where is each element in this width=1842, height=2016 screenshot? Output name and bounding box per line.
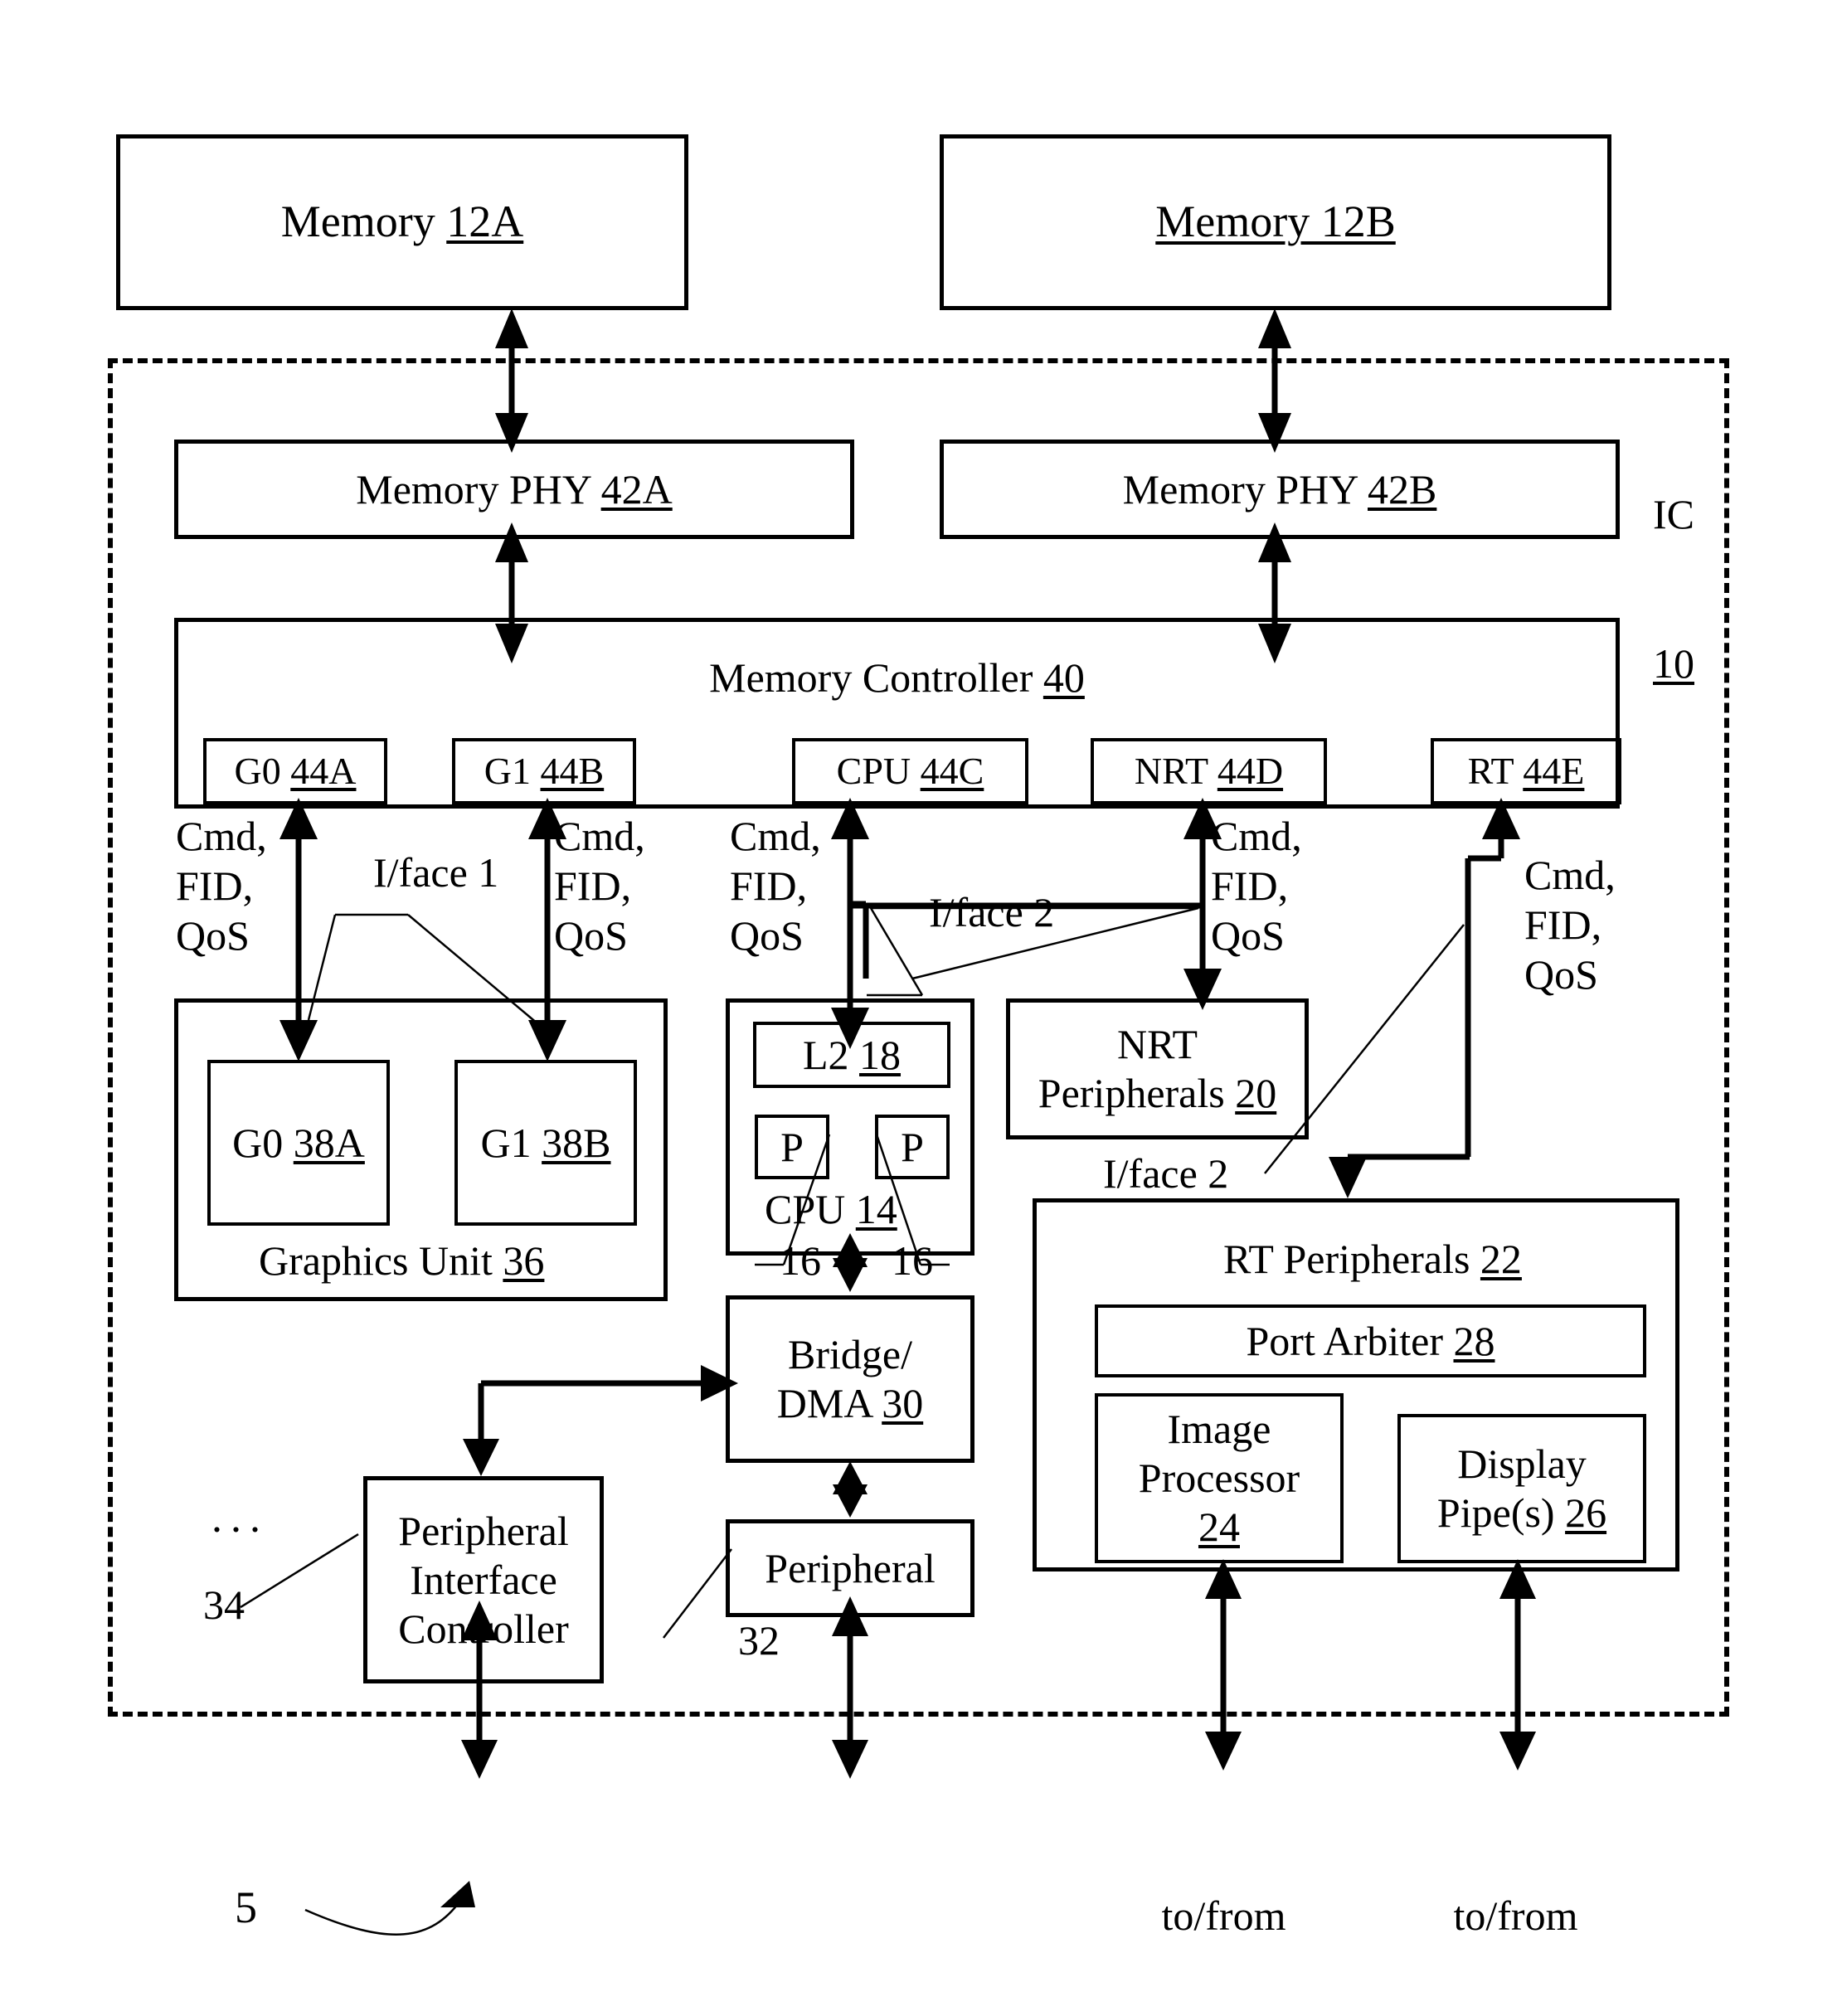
cmd-fid-qos-nrt: Cmd, FID, QoS — [1211, 813, 1302, 959]
peripheral-interface-controller-34-box[interactable]: Peripheral Interface Controller — [363, 1476, 604, 1683]
cpu-core-p-right[interactable]: P — [875, 1115, 950, 1179]
bridge-dma-30-label: Bridge/ DMA 30 — [776, 1331, 924, 1426]
cmd-fid-qos-cpu: Cmd, FID, QoS — [730, 813, 821, 959]
memory-controller-40-label: Memory Controller 40 — [709, 654, 1085, 701]
rt-peripherals-22-label: RT Peripherals 22 — [1223, 1236, 1522, 1282]
tofrom-displays-label: to/from Display(s) — [1418, 1791, 1613, 2016]
cmd-fid-qos-g1: Cmd, FID, QoS — [554, 813, 645, 959]
graphics-engine-g0-38a[interactable]: G0 38A — [207, 1060, 390, 1226]
ellipsis-more-peripherals: ... — [211, 1494, 269, 1542]
port-cpu-44c-label: CPU 44C — [836, 749, 984, 792]
tofrom-cameras-label: to/from Camera(s) — [1126, 1791, 1321, 2016]
port-arbiter-28[interactable]: Port Arbiter 28 — [1095, 1304, 1646, 1377]
core-ref-right: 16 — [892, 1237, 933, 1284]
port-cpu-44c[interactable]: CPU 44C — [792, 738, 1028, 804]
display-pipes-26-label: Display Pipe(s) 26 — [1436, 1440, 1607, 1536]
graphics-engine-g1-38b-label: G1 38B — [480, 1119, 611, 1166]
memory-12a-box: Memory 12A — [116, 134, 688, 310]
l2-cache-18[interactable]: L2 18 — [753, 1022, 950, 1088]
graphics-engine-g1-38b[interactable]: G1 38B — [454, 1060, 637, 1226]
peripheral-32-label: Peripheral — [765, 1544, 936, 1591]
figure-number-5: 5 — [235, 1882, 257, 1932]
cpu-core-p-left[interactable]: P — [755, 1115, 829, 1179]
display-pipes-26[interactable]: Display Pipe(s) 26 — [1397, 1414, 1646, 1563]
cmd-fid-qos-g0: Cmd, FID, QoS — [176, 813, 267, 959]
peripheral-interface-controller-label: Peripheral Interface Controller — [398, 1507, 569, 1652]
port-g1-44b-label: G1 44B — [484, 749, 605, 792]
port-nrt-44d-label: NRT 44D — [1134, 749, 1284, 792]
cpu-core-p-right-label: P — [901, 1123, 924, 1170]
iface-2-label-rt: I/face 2 — [1103, 1150, 1229, 1197]
memory-phy-42b-label: Memory PHY 42B — [1122, 465, 1437, 513]
image-processor-24[interactable]: Image Processor 24 — [1095, 1393, 1344, 1563]
port-g1-44b[interactable]: G1 44B — [452, 738, 636, 804]
peripheral-32-box[interactable]: Peripheral — [726, 1519, 974, 1617]
nrt-peripherals-20-box: NRT Peripherals 20 — [1006, 998, 1309, 1139]
tofrom-displays-line1: to/from — [1453, 1892, 1578, 1939]
core-ref-left: 16 — [780, 1237, 821, 1284]
memory-phy-42a-box: Memory PHY 42A — [174, 440, 854, 539]
patent-figure-5: Memory 12A Memory 12B IC 10 Memory PHY 4… — [0, 0, 1842, 2016]
memory-phy-42a-label: Memory PHY 42A — [356, 465, 673, 513]
l2-cache-18-label: L2 18 — [802, 1031, 902, 1078]
graphics-unit-36-label: Graphics Unit 36 — [259, 1237, 545, 1284]
nrt-peripherals-20-label: NRT Peripherals 20 — [1038, 1021, 1277, 1116]
port-g0-44a[interactable]: G0 44A — [203, 738, 387, 804]
image-processor-24-label: Image Processor 24 — [1138, 1406, 1300, 1550]
graphics-engine-g0-38a-label: G0 38A — [232, 1119, 365, 1166]
peripheral-32-ref: 32 — [738, 1617, 780, 1664]
ic-label: IC 10 — [1653, 390, 1694, 788]
port-rt-44e[interactable]: RT 44E — [1431, 738, 1621, 804]
cmd-fid-qos-rt: Cmd, FID, QoS — [1524, 852, 1616, 998]
ic-ref-number: 10 — [1653, 640, 1694, 687]
peripheral-interface-controller-34-ref: 34 — [203, 1581, 245, 1628]
bridge-dma-30-box[interactable]: Bridge/ DMA 30 — [726, 1295, 974, 1463]
memory-phy-42b-box: Memory PHY 42B — [940, 440, 1620, 539]
ic-label-text: IC — [1653, 491, 1694, 537]
iface-1-label: I/face 1 — [373, 849, 499, 896]
cpu-core-p-left-label: P — [780, 1123, 804, 1170]
iface-2-label-cpu: I/face 2 — [929, 889, 1055, 935]
port-arbiter-28-label: Port Arbiter 28 — [1246, 1317, 1495, 1364]
port-g0-44a-label: G0 44A — [234, 749, 357, 792]
port-nrt-44d[interactable]: NRT 44D — [1091, 738, 1327, 804]
tofrom-cameras-line1: to/from — [1161, 1892, 1286, 1939]
memory-12a-label: Memory 12A — [280, 197, 524, 247]
memory-12b-box: Memory 12B — [940, 134, 1611, 310]
cpu-14-label: CPU 14 — [765, 1186, 897, 1232]
memory-12b-label: Memory 12B — [1155, 197, 1396, 247]
port-rt-44e-label: RT 44E — [1467, 749, 1585, 792]
